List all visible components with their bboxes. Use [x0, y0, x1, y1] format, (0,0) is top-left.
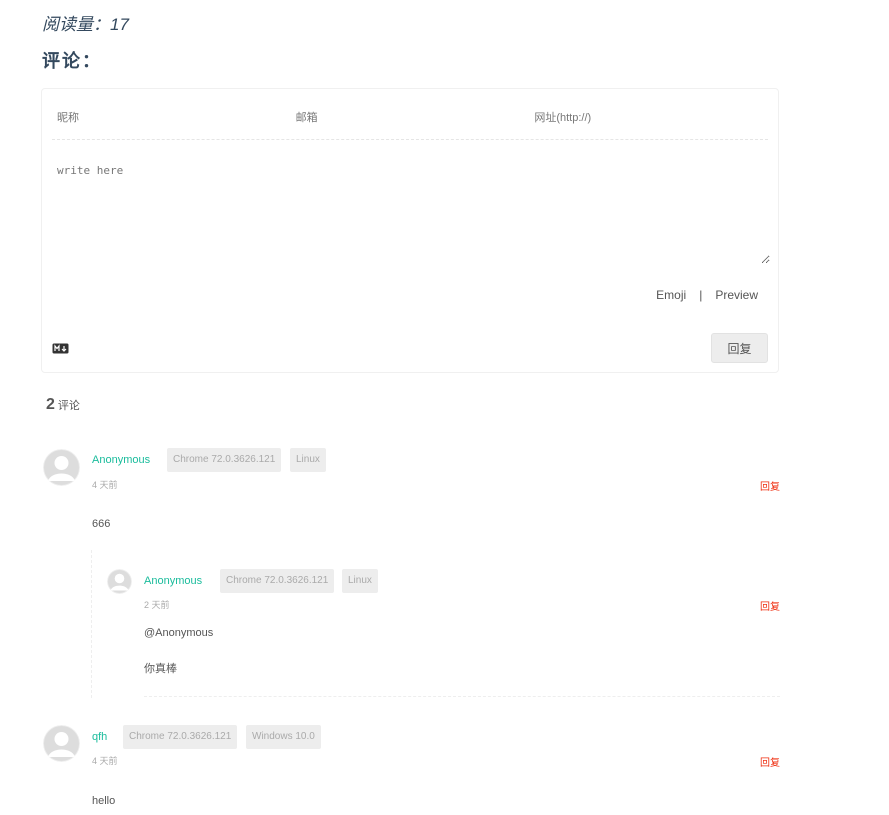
nickname-input[interactable] [52, 103, 291, 133]
comment-form-header [52, 103, 769, 140]
reply-mention[interactable]: @Anonymous [144, 627, 213, 639]
reply-link[interactable]: 回复 [760, 754, 780, 769]
emoji-button[interactable]: Emoji [656, 288, 686, 302]
os-badge: Windows 10.0 [246, 725, 321, 749]
comment-editor[interactable] [52, 149, 770, 264]
reply-link[interactable]: 回复 [760, 598, 780, 613]
comment-count: 2 评论 [46, 396, 80, 414]
default-avatar-icon [43, 449, 80, 486]
default-avatar-icon [43, 725, 80, 762]
markdown-icon[interactable] [52, 343, 69, 354]
comment-nickname[interactable]: Anonymous [92, 454, 150, 466]
website-input[interactable] [529, 103, 769, 133]
tools-separator: | [699, 288, 703, 302]
preview-button[interactable]: Preview [715, 288, 758, 302]
comment-form: Emoji | Preview 回复 [41, 88, 779, 373]
nested-replies [91, 550, 781, 698]
comments-section-title: 评论： [42, 51, 102, 71]
comment-count-number: 2 [46, 396, 55, 413]
default-avatar-icon [107, 569, 132, 594]
editor-tools: Emoji | Preview [656, 288, 758, 302]
comment-content: 666 [92, 518, 111, 530]
comment-time: 4 天前 [92, 756, 118, 766]
comment-nickname[interactable]: qfh [92, 731, 107, 743]
comment-count-label: 评论 [57, 400, 80, 412]
read-count: 阅读量：17 [42, 15, 129, 34]
browser-badge: Chrome 72.0.3626.121 [123, 725, 238, 749]
comment-content: hello [92, 795, 116, 807]
email-input[interactable] [290, 103, 530, 133]
browser-badge: Chrome 72.0.3626.121 [167, 448, 282, 472]
reply-content: 你真棒 [144, 663, 177, 675]
comment-time: 4 天前 [92, 480, 118, 490]
os-badge: Linux [342, 569, 378, 593]
browser-badge: Chrome 72.0.3626.121 [220, 569, 335, 593]
os-badge: Linux [290, 448, 326, 472]
reply-time: 2 天前 [144, 600, 170, 610]
reply-nickname[interactable]: Anonymous [144, 575, 202, 587]
reply-divider [144, 696, 780, 697]
submit-button[interactable]: 回复 [711, 333, 768, 363]
reply-link[interactable]: 回复 [760, 478, 780, 493]
